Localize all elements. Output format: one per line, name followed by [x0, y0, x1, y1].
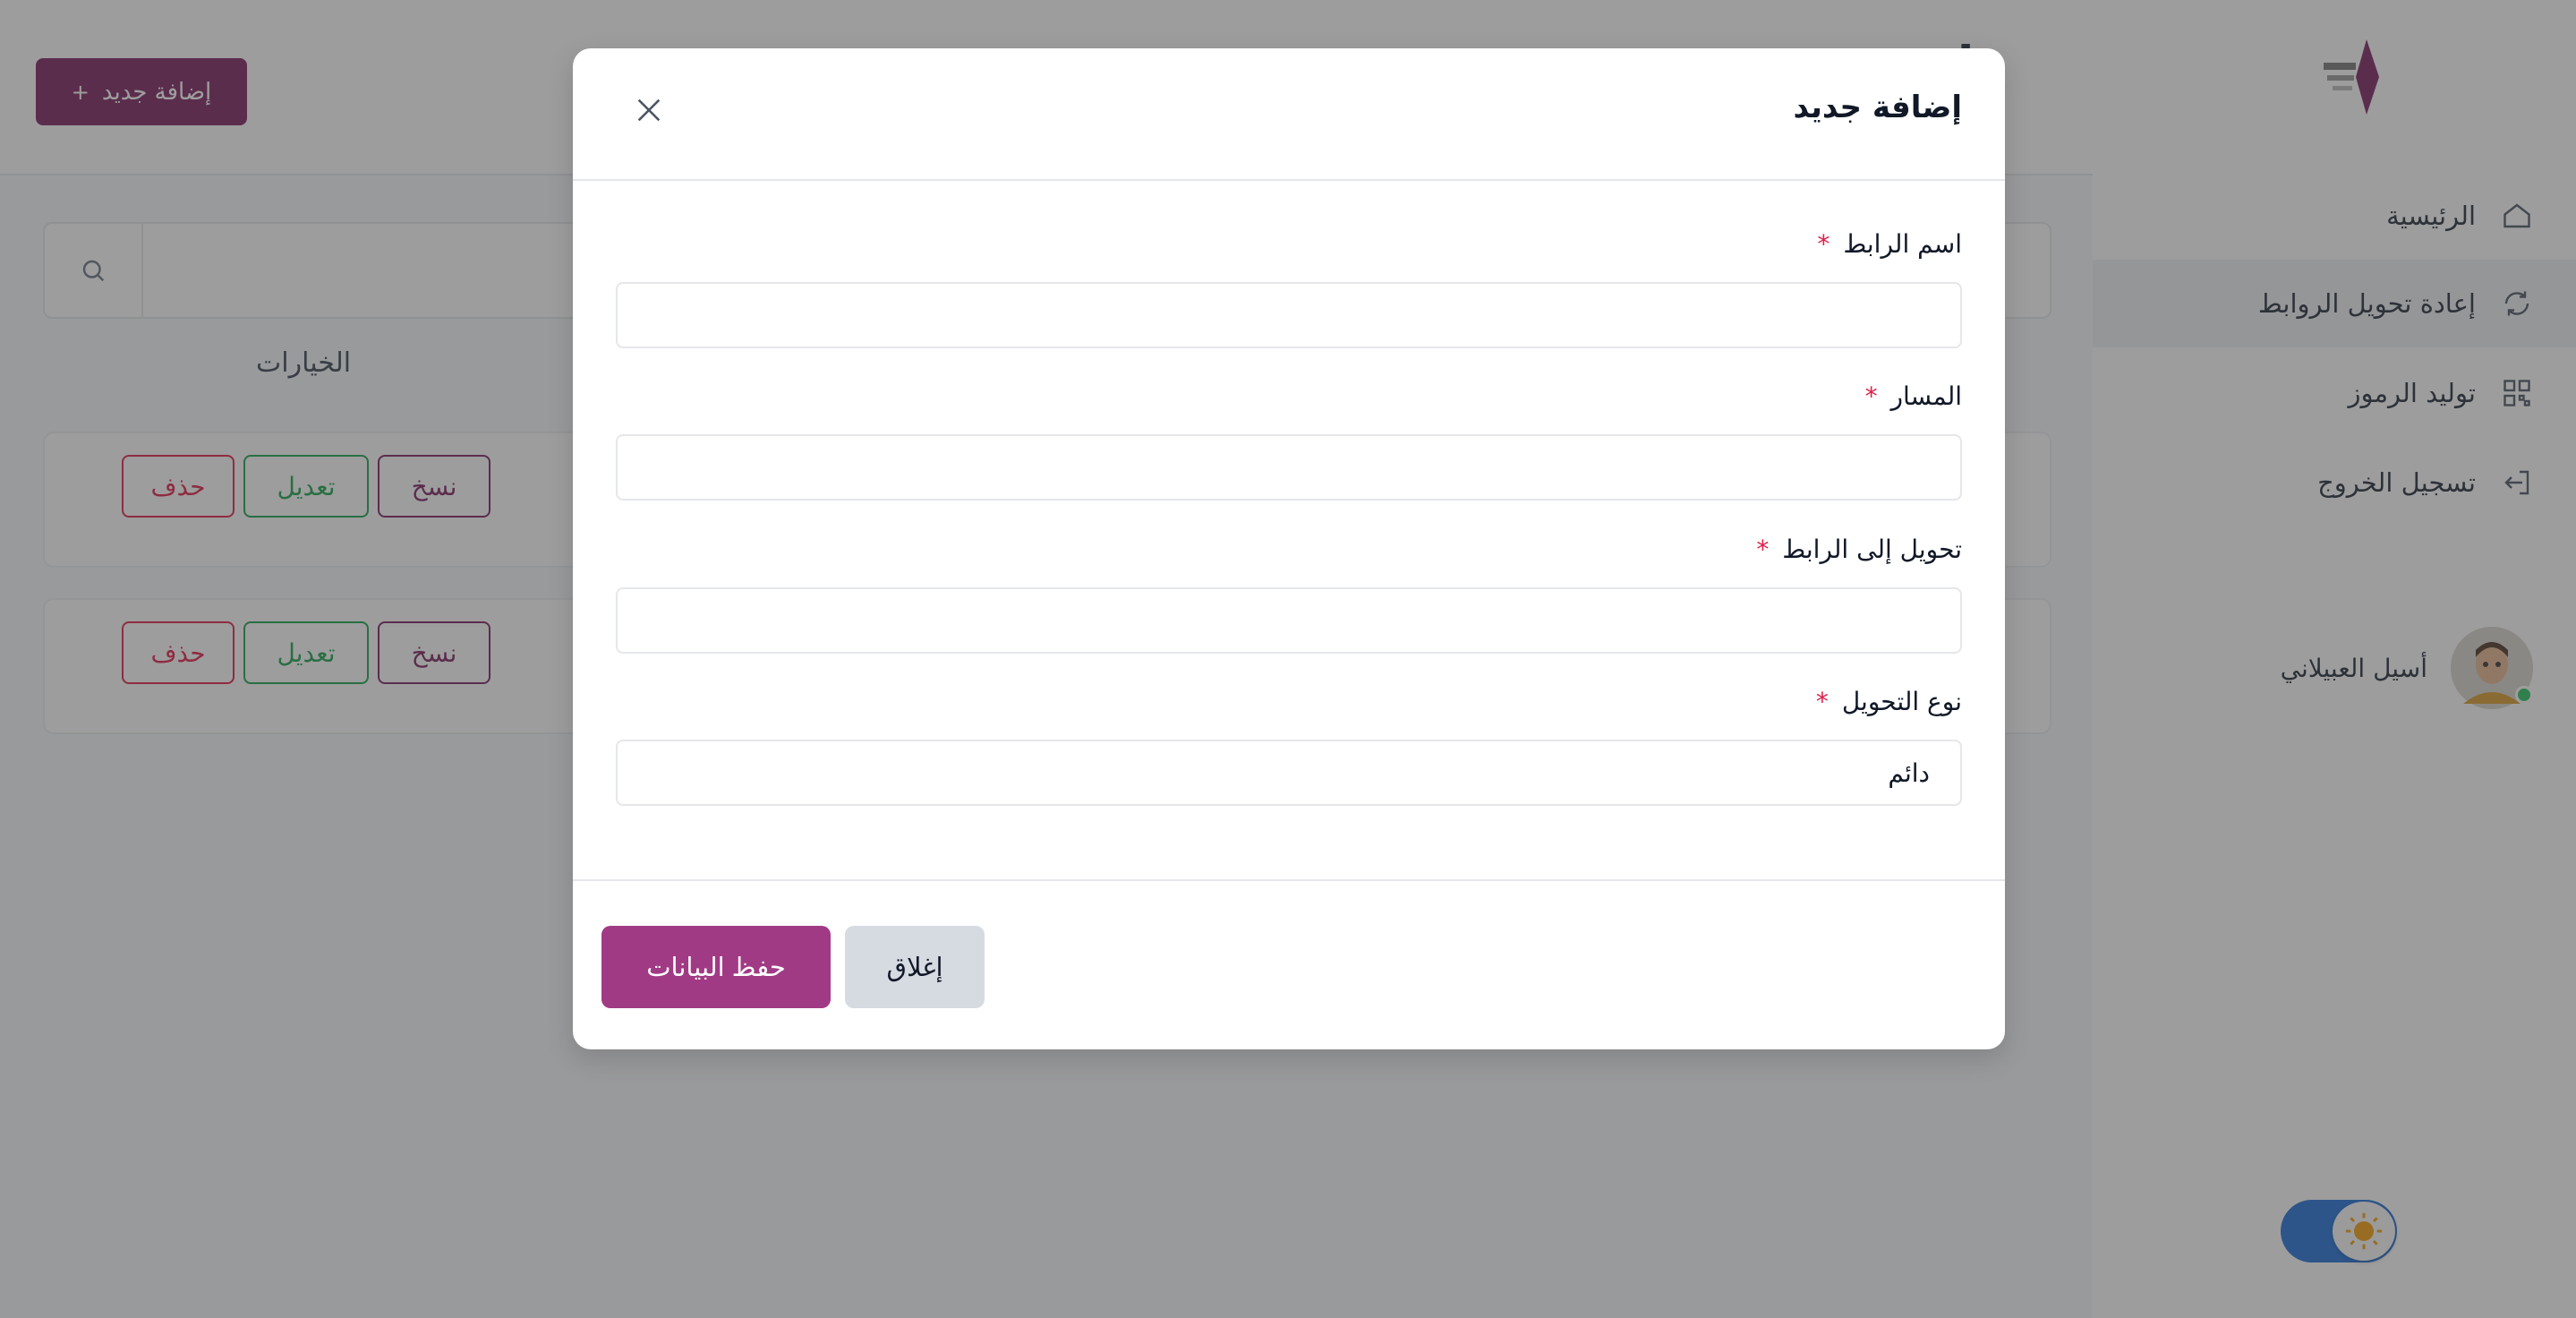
required-marker: * [1817, 229, 1830, 259]
modal-footer: حفظ البيانات إغلاق [573, 879, 2005, 1049]
required-marker: * [1756, 535, 1770, 564]
save-button[interactable]: حفظ البيانات [601, 926, 831, 1008]
link-name-input[interactable] [616, 282, 1962, 348]
path-label-text: المسار [1890, 381, 1962, 411]
close-modal-button[interactable] [627, 88, 671, 133]
path-input[interactable] [616, 434, 1962, 501]
link-name-label: اسم الرابط * [1817, 229, 1962, 259]
close-button[interactable]: إغلاق [845, 926, 985, 1008]
required-marker: * [1815, 687, 1829, 716]
redirect-type-label: نوع التحويل * [1816, 687, 1962, 716]
redirect-to-label: تحويل إلى الرابط * [1756, 535, 1962, 564]
path-label: المسار * [1865, 381, 1962, 411]
close-icon [637, 98, 661, 122]
redirect-type-select[interactable]: دائم [616, 740, 1962, 806]
modal-header: إضافة جديد [573, 48, 2005, 181]
redirect-to-label-text: تحويل إلى الرابط [1782, 535, 1962, 564]
redirect-type-label-text: نوع التحويل [1841, 687, 1962, 716]
redirect-to-input[interactable] [616, 587, 1962, 654]
modal-title: إضافة جديد [1793, 90, 1962, 125]
redirect-type-value: دائم [1888, 757, 1930, 788]
add-new-modal: إضافة جديد اسم الرابط * المسار * تحويل إ… [573, 48, 2005, 1049]
required-marker: * [1864, 381, 1878, 411]
link-name-label-text: اسم الرابط [1843, 229, 1962, 259]
